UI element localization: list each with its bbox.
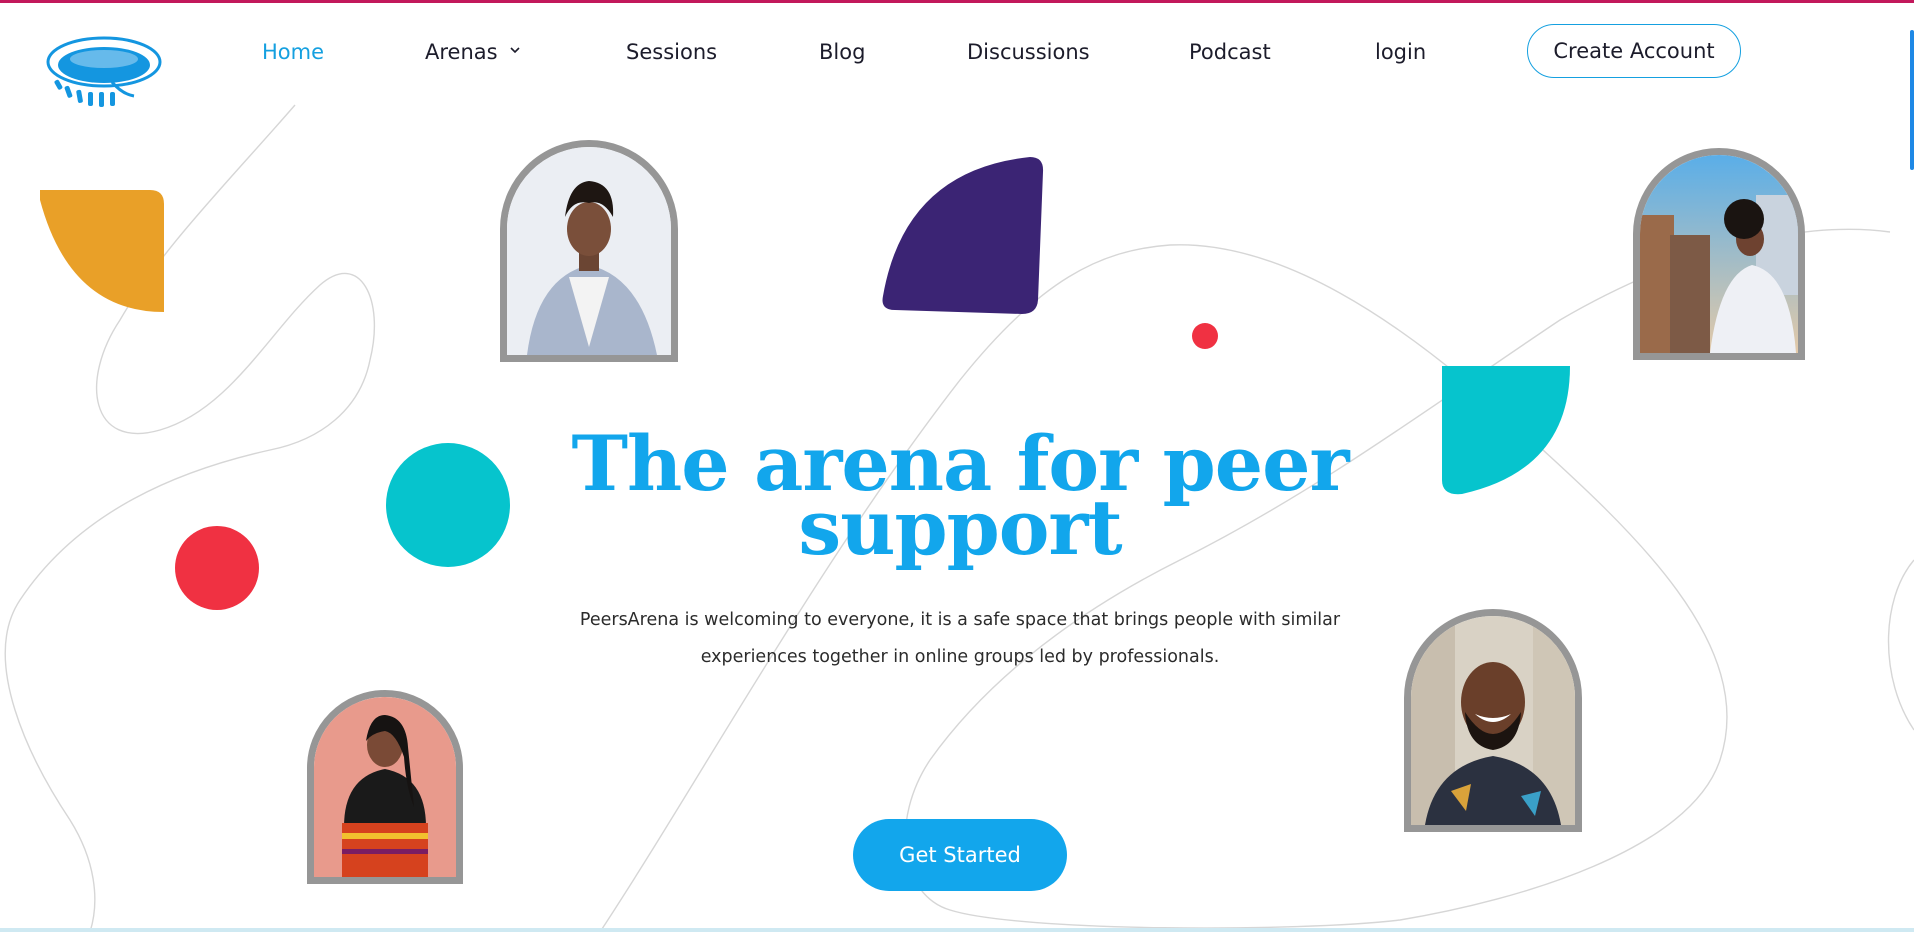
nav-arenas-label: Arenas	[425, 40, 498, 64]
nav-sessions[interactable]: Sessions	[626, 40, 717, 64]
nav-discussions[interactable]: Discussions	[967, 40, 1090, 64]
nav-login[interactable]: login	[1375, 40, 1426, 64]
purple-quarter-shape	[882, 157, 1044, 314]
person-photo-icon	[1411, 616, 1575, 825]
portrait-smiling-man	[1404, 609, 1582, 832]
portrait-woman-balcony	[1633, 148, 1805, 360]
nav-podcast[interactable]: Podcast	[1189, 40, 1271, 64]
portrait-young-man	[500, 140, 678, 362]
person-photo-icon	[314, 697, 456, 877]
orange-quarter-shape	[40, 190, 164, 312]
hero-title: The arena for peer support	[571, 419, 1350, 572]
nav-home[interactable]: Home	[262, 40, 324, 64]
scrollbar-thumb[interactable]	[1910, 30, 1914, 170]
nav-arenas[interactable]: Arenas	[425, 40, 520, 64]
get-started-button[interactable]: Get Started	[853, 819, 1067, 891]
red-dot-small	[1192, 323, 1218, 349]
chevron-down-icon	[510, 47, 520, 54]
person-photo-icon	[507, 147, 671, 355]
teal-quarter-shape	[1442, 366, 1570, 495]
red-circle-large	[175, 526, 259, 610]
nav-blog[interactable]: Blog	[819, 40, 865, 64]
peersarena-logo[interactable]	[46, 32, 164, 110]
person-photo-icon	[1640, 155, 1798, 353]
create-account-button[interactable]: Create Account	[1527, 24, 1741, 78]
bottom-section-edge	[0, 928, 1914, 932]
hero-description: PeersArena is welcoming to everyone, it …	[579, 610, 1341, 667]
portrait-woman-pink	[307, 690, 463, 884]
teal-circle	[386, 443, 510, 567]
